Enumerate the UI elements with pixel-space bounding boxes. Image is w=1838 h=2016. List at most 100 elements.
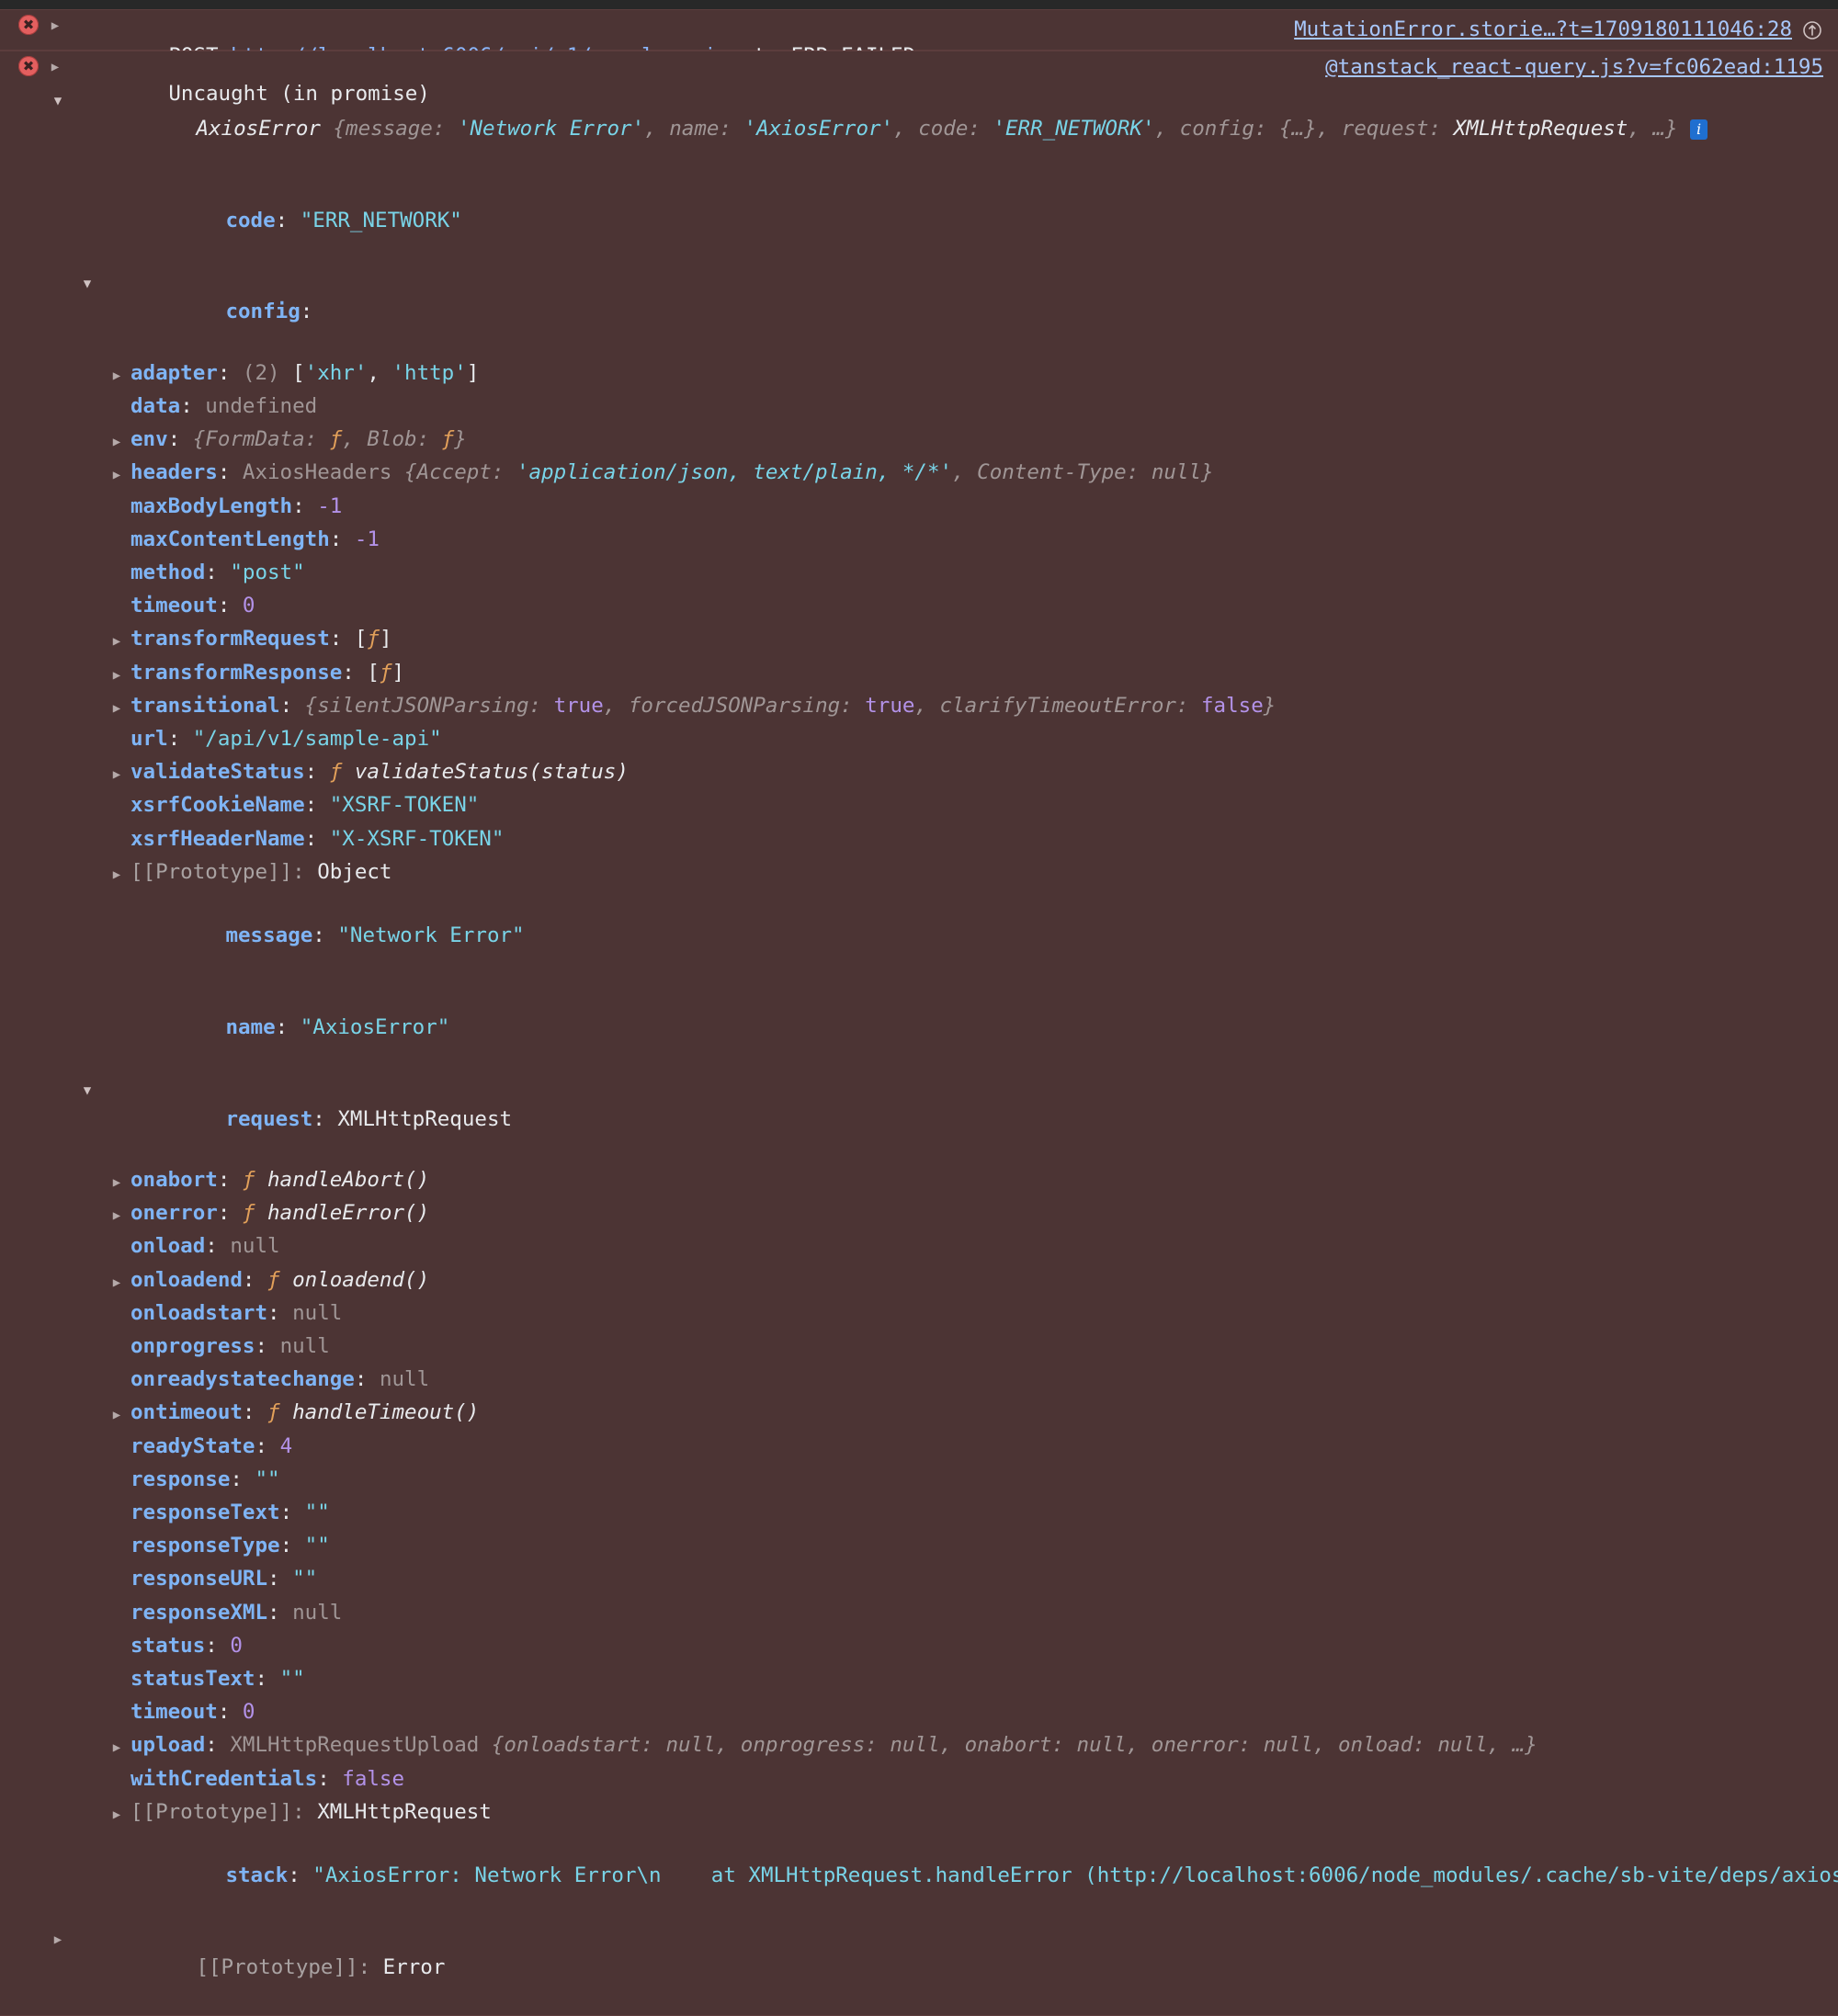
- collapse-triangle-icon[interactable]: ▼: [81, 269, 94, 300]
- property-row[interactable]: ▶onprogress: null: [0, 1331, 1838, 1365]
- property-row[interactable]: ▶timeout: 0: [0, 591, 1838, 624]
- expand-triangle-icon[interactable]: ▶: [110, 661, 123, 691]
- property-row[interactable]: ▶ onerror: ƒ handleError(): [0, 1198, 1838, 1231]
- expand-triangle-icon[interactable]: ▶: [110, 460, 123, 491]
- property-value: ƒ handleError(): [242, 1201, 430, 1226]
- property-row[interactable]: ▶readyState: 4: [0, 1432, 1838, 1465]
- property-row-message[interactable]: ▶ message: "Network Error": [0, 890, 1838, 982]
- expand-triangle-icon[interactable]: ▶: [110, 1168, 123, 1198]
- property-row[interactable]: ▶statusText: "": [0, 1664, 1838, 1697]
- property-row-request[interactable]: ▼ request: XMLHttpRequest: [0, 1073, 1838, 1165]
- property-key: xsrfCookieName: [130, 793, 305, 818]
- property-row[interactable]: ▶data: undefined: [0, 391, 1838, 425]
- property-row-code[interactable]: ▶ code: "ERR_NETWORK": [0, 176, 1838, 267]
- console-error-message-network[interactable]: ✖ ▶ POST http://localhost:6006/api/v1/sa…: [0, 9, 1838, 68]
- property-row[interactable]: ▶responseURL: "": [0, 1564, 1838, 1597]
- property-row-error-prototype[interactable]: ▶ [[Prototype]]: Error: [0, 1922, 1838, 2014]
- property-value: {onloadstart: null, onprogress: null, on…: [491, 1733, 1537, 1758]
- property-value: undefined: [205, 394, 318, 419]
- property-value: "XSRF-TOKEN": [329, 793, 480, 818]
- no-expander-icon: ▶: [81, 985, 94, 1015]
- expand-triangle-icon[interactable]: ▶: [110, 1800, 123, 1830]
- property-value: -1: [317, 493, 343, 518]
- property-row[interactable]: ▶ transformRequest: [ƒ]: [0, 624, 1838, 657]
- property-value: 0: [242, 594, 255, 618]
- property-row[interactable]: ▶ validateStatus: ƒ validateStatus(status…: [0, 757, 1838, 790]
- source-location-link[interactable]: @tanstack_react-query.js?v=fc062ead:1195: [1325, 52, 1823, 83]
- expand-triangle-icon[interactable]: ▶: [110, 627, 123, 657]
- expand-triangle-icon[interactable]: ▶: [110, 427, 123, 458]
- property-row[interactable]: ▶withCredentials: false: [0, 1764, 1838, 1797]
- property-row-name[interactable]: ▶ name: "AxiosError": [0, 982, 1838, 1074]
- property-row[interactable]: ▶ [[Prototype]]: Object: [0, 857, 1838, 890]
- property-row[interactable]: ▶response: "": [0, 1465, 1838, 1498]
- property-key: onreadystatechange: [130, 1367, 355, 1392]
- no-expander-icon: ▶: [110, 1567, 123, 1597]
- no-expander-icon: ▶: [110, 827, 123, 857]
- property-key: stack: [225, 1863, 289, 1888]
- property-row[interactable]: ▶ onloadend: ƒ onloadend(): [0, 1265, 1838, 1298]
- no-expander-icon: ▶: [81, 893, 94, 923]
- property-row[interactable]: ▶ [[Prototype]]: XMLHttpRequest: [0, 1797, 1838, 1830]
- expand-triangle-icon[interactable]: ▶: [51, 1925, 64, 1955]
- expand-triangle-icon[interactable]: ▶: [110, 860, 123, 890]
- replay-xhr-icon[interactable]: [1801, 19, 1823, 41]
- expand-triangle-icon[interactable]: ▶: [49, 11, 62, 41]
- property-key: maxContentLength: [130, 527, 330, 551]
- property-key: headers: [130, 460, 218, 485]
- info-badge-icon[interactable]: i: [1690, 119, 1708, 140]
- property-row[interactable]: ▶ ontimeout: ƒ handleTimeout(): [0, 1398, 1838, 1431]
- no-expander-icon: ▶: [110, 1667, 123, 1697]
- error-object-tree[interactable]: ▼ AxiosError {message: 'Network Error', …: [0, 84, 1838, 2015]
- property-key: name: [225, 1014, 276, 1039]
- expand-triangle-icon[interactable]: ▶: [110, 694, 123, 724]
- property-row[interactable]: ▶onload: null: [0, 1231, 1838, 1264]
- expand-triangle-icon[interactable]: ▶: [110, 361, 123, 391]
- property-key: code: [225, 208, 276, 232]
- expand-triangle-icon[interactable]: ▶: [110, 1400, 123, 1431]
- property-row[interactable]: ▶ onabort: ƒ handleAbort(): [0, 1165, 1838, 1198]
- property-key: response: [130, 1467, 231, 1491]
- property-row[interactable]: ▶onreadystatechange: null: [0, 1365, 1838, 1398]
- console-error-message-uncaught[interactable]: ✖ ▶ Uncaught (in promise) @tanstack_reac…: [0, 51, 1838, 2016]
- property-row[interactable]: ▶responseXML: null: [0, 1598, 1838, 1631]
- property-row[interactable]: ▶xsrfHeaderName: "X-XSRF-TOKEN": [0, 824, 1838, 857]
- property-row[interactable]: ▶maxBodyLength: -1: [0, 492, 1838, 525]
- property-row[interactable]: ▶ env: {FormData: ƒ, Blob: ƒ}: [0, 425, 1838, 458]
- expand-triangle-icon[interactable]: ▶: [49, 52, 62, 83]
- property-row[interactable]: ▶ transformResponse: [ƒ]: [0, 658, 1838, 691]
- no-expander-icon: ▶: [110, 561, 123, 591]
- no-expander-icon: ▶: [110, 1634, 123, 1664]
- property-row[interactable]: ▶xsrfCookieName: "XSRF-TOKEN": [0, 790, 1838, 823]
- property-value: [ƒ]: [367, 660, 405, 685]
- property-key: responseXML: [130, 1600, 268, 1625]
- property-row-stack[interactable]: ▶ stack: "AxiosError: Network Error\n at…: [0, 1830, 1838, 1922]
- no-expander-icon: ▶: [81, 1833, 94, 1863]
- property-row[interactable]: ▶ headers: AxiosHeaders {Accept: 'applica…: [0, 458, 1838, 491]
- property-row[interactable]: ▶ upload: XMLHttpRequestUpload {onloadsta…: [0, 1730, 1838, 1763]
- property-value: "": [304, 1500, 330, 1524]
- devtools-console-panel[interactable]: ✖ ▶ POST http://localhost:6006/api/v1/sa…: [0, 0, 1838, 2016]
- source-location-link[interactable]: MutationError.storie…?t=1709180111046:28: [1294, 15, 1792, 45]
- expand-triangle-icon[interactable]: ▶: [110, 1268, 123, 1298]
- property-row[interactable]: ▶ adapter: (2) ['xhr', 'http']: [0, 358, 1838, 391]
- property-row-config[interactable]: ▼ config:: [0, 266, 1838, 358]
- collapse-triangle-icon[interactable]: ▼: [81, 1076, 94, 1106]
- expand-triangle-icon[interactable]: ▶: [110, 760, 123, 790]
- property-row[interactable]: ▶responseType: "": [0, 1531, 1838, 1564]
- property-key: responseType: [130, 1534, 280, 1558]
- property-key: responseText: [130, 1500, 280, 1524]
- no-expander-icon: ▶: [110, 494, 123, 525]
- expand-triangle-icon[interactable]: ▶: [110, 1201, 123, 1231]
- no-expander-icon: ▶: [110, 594, 123, 624]
- property-row[interactable]: ▶onloadstart: null: [0, 1298, 1838, 1331]
- property-row[interactable]: ▶status: 0: [0, 1631, 1838, 1664]
- property-row[interactable]: ▶maxContentLength: -1: [0, 525, 1838, 558]
- property-row[interactable]: ▶url: "/api/v1/sample-api": [0, 724, 1838, 757]
- property-row[interactable]: ▶timeout: 0: [0, 1697, 1838, 1730]
- property-row[interactable]: ▶ transitional: {silentJSONParsing: true,…: [0, 691, 1838, 724]
- property-row[interactable]: ▶method: "post": [0, 558, 1838, 591]
- no-expander-icon: ▶: [110, 1601, 123, 1631]
- property-row[interactable]: ▶responseText: "": [0, 1498, 1838, 1531]
- expand-triangle-icon[interactable]: ▶: [110, 1733, 123, 1763]
